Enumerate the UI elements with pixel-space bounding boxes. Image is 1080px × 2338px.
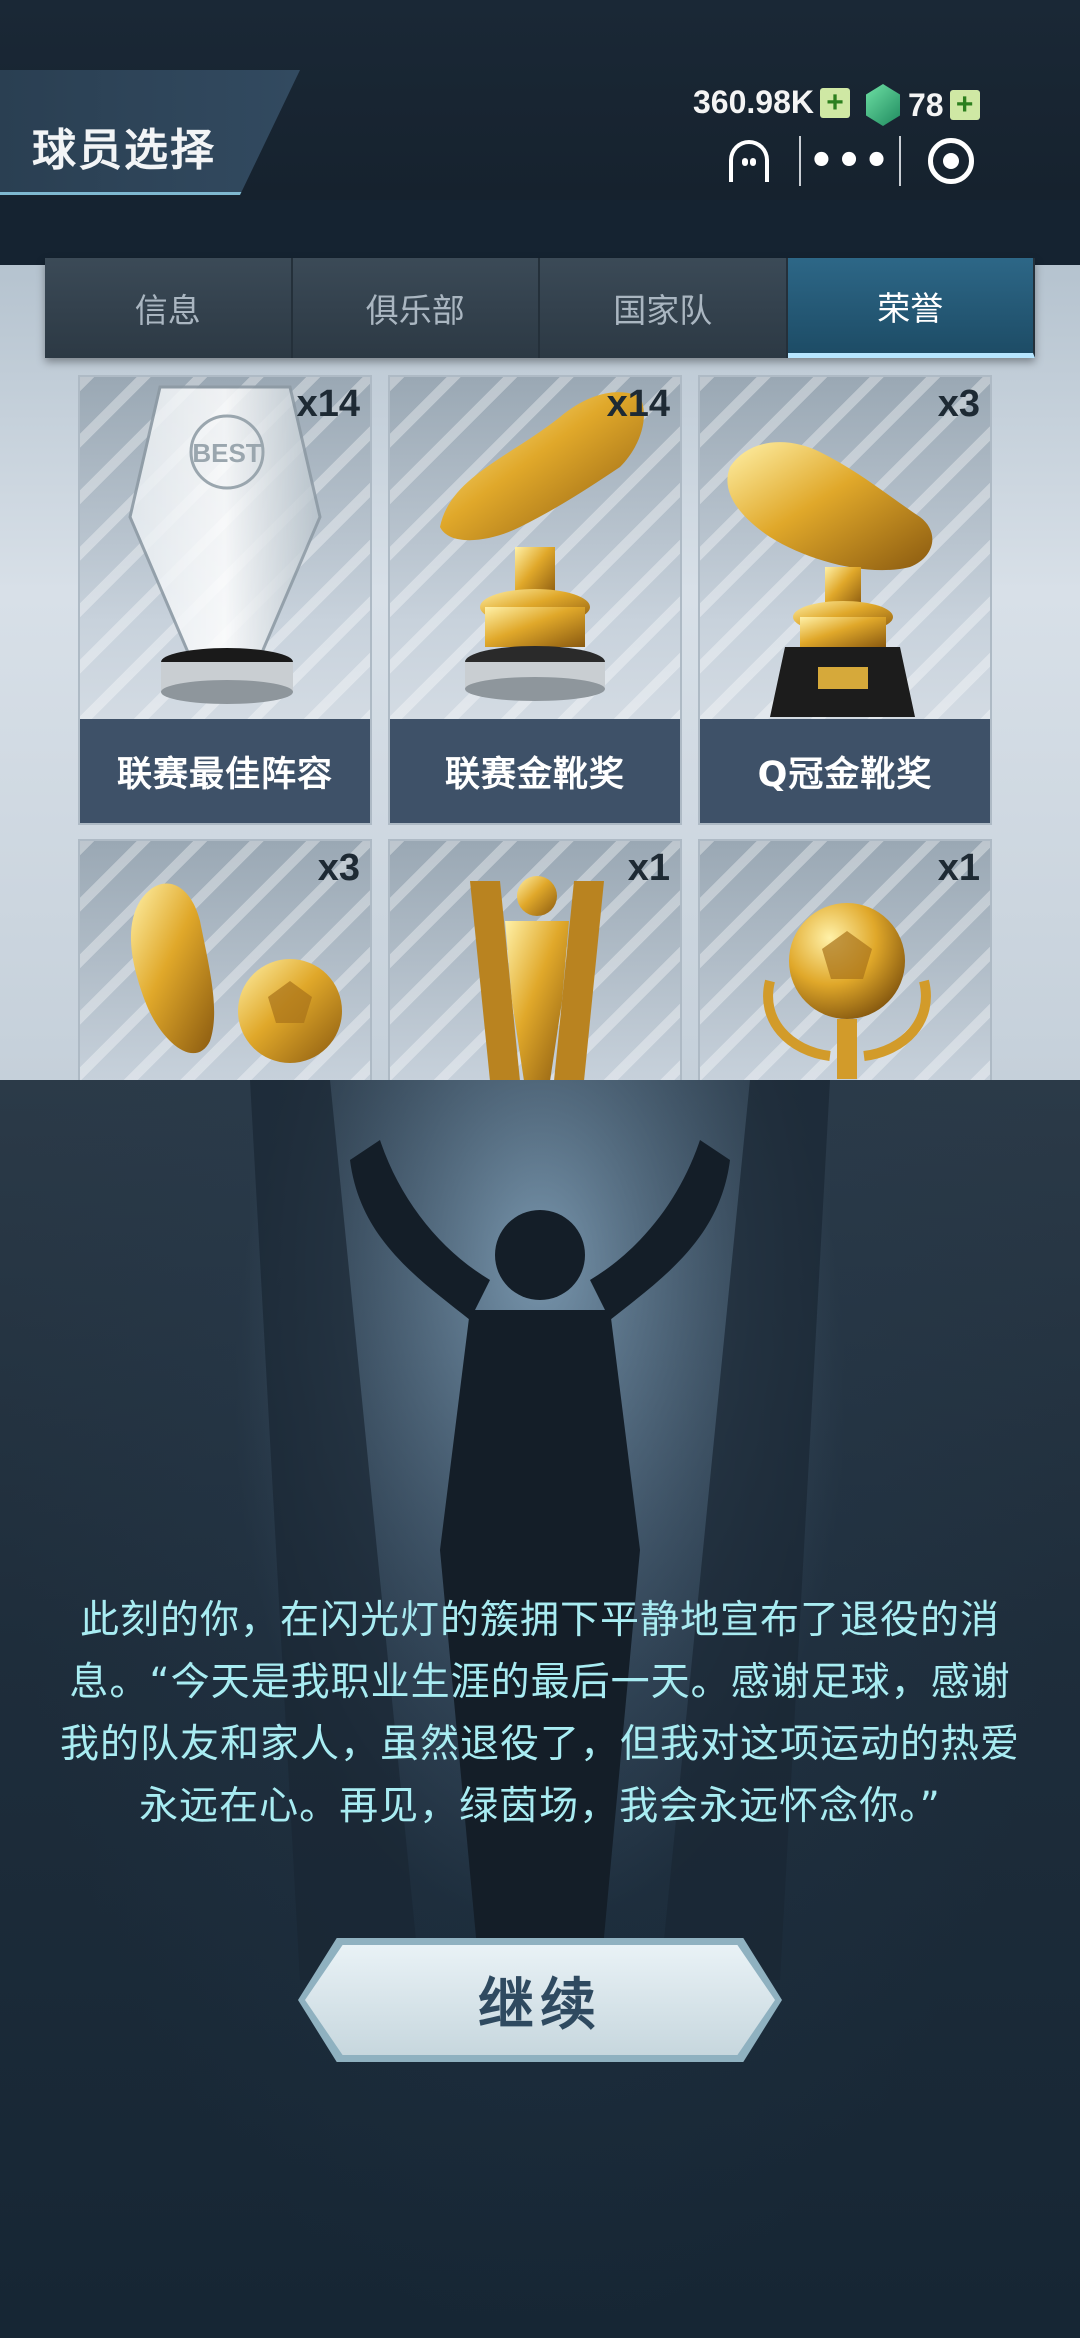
top-bar: 球员选择 360.98K + 78 + ••• <box>0 0 1080 200</box>
honor-count: x14 <box>296 383 360 425</box>
more-button[interactable]: ••• <box>801 128 900 194</box>
honor-card[interactable]: x14 联赛金靴奖 <box>388 375 682 825</box>
crystal-trophy-icon: BEST <box>128 385 322 704</box>
coin-balance: 360.98K + <box>693 84 850 121</box>
add-gems-button[interactable]: + <box>949 90 980 120</box>
honor-count: x3 <box>317 847 360 889</box>
tab-national-team[interactable]: 国家队 <box>540 258 788 358</box>
honor-name: 联赛金靴奖 <box>390 719 680 823</box>
honor-card[interactable]: BEST x14 联赛最佳阵容 <box>78 375 372 825</box>
title-plate: 球员选择 <box>0 70 300 195</box>
golden-boot-stand-icon <box>727 442 933 717</box>
ghost-icon <box>729 140 770 182</box>
honor-card[interactable]: x3 <box>78 839 372 1080</box>
tab-club[interactable]: 俱乐部 <box>293 258 540 358</box>
more-icon: ••• <box>808 138 892 184</box>
honor-name: 联赛最佳阵容 <box>80 719 370 823</box>
continue-button[interactable]: 继续 <box>305 1945 775 2055</box>
honor-count: x1 <box>627 847 670 889</box>
gem-balance: 78 + <box>866 84 980 126</box>
gem-amount: 78 <box>908 86 944 123</box>
add-coins-button[interactable]: + <box>819 87 850 118</box>
honor-count: x3 <box>937 383 980 425</box>
honor-count: x14 <box>606 383 670 425</box>
retirement-story-text: 此刻的你，在闪光灯的簇拥下平静地宣布了退役的消息。“今天是我职业生涯的最后一天。… <box>59 1598 1020 1829</box>
golden-boot-icon <box>440 392 644 701</box>
page-title: 球员选择 <box>32 125 216 176</box>
tab-info[interactable]: 信息 <box>45 258 293 358</box>
tab-honors[interactable]: 荣誉 <box>787 258 1035 358</box>
tab-bar: 信息 俱乐部 国家队 荣誉 <box>45 258 1035 358</box>
coin-amount: 360.98K <box>693 84 814 120</box>
svg-text:BEST: BEST <box>192 438 261 468</box>
honor-name: Q冠金靴奖 <box>700 719 990 823</box>
honor-count: x1 <box>937 847 980 889</box>
gem-icon <box>866 84 900 126</box>
honor-card[interactable]: x1 <box>698 839 992 1080</box>
honor-card[interactable]: x1 <box>388 839 682 1080</box>
close-miniprogram-button[interactable] <box>901 128 1000 194</box>
honors-grid: BEST x14 联赛最佳阵容 x14 联赛金靴奖 x3 Q冠金靴奖 x3 x1… <box>78 375 996 1080</box>
miniprogram-capsule: ••• <box>700 128 1000 194</box>
ghost-button[interactable] <box>700 128 799 194</box>
honor-card[interactable]: x3 Q冠金靴奖 <box>698 375 992 825</box>
target-icon <box>927 138 974 184</box>
